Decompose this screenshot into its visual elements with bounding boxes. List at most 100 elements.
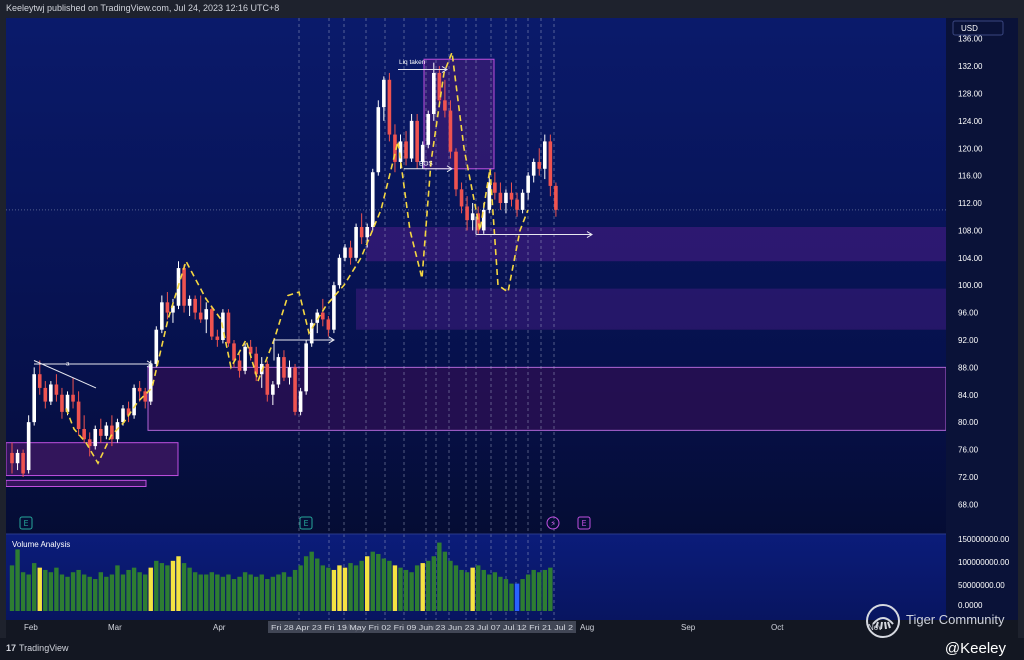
candle-body: [520, 192, 525, 210]
candle-body: [343, 247, 347, 258]
volume-bar: [359, 560, 364, 611]
candle-body: [226, 312, 231, 344]
candle-body: [137, 387, 142, 392]
split-icon: ⚡: [550, 519, 556, 528]
candle: [409, 114, 414, 162]
candle-body: [321, 312, 325, 320]
candle-body: [104, 425, 109, 436]
volume-bar: [392, 565, 398, 611]
time-label: Mar: [108, 623, 122, 632]
chart-frame[interactable]: Liq taken BOS a E E ⚡ E Volume Analysis USD 136…: [6, 18, 1018, 638]
volume-bar: [331, 569, 337, 611]
volume-bar: [459, 569, 464, 611]
candle-body: [271, 384, 275, 395]
candle-body: [498, 192, 503, 204]
zone-96: [356, 288, 946, 330]
volume-bar: [481, 569, 486, 611]
volume-bar: [254, 576, 259, 611]
volume-bar: [498, 576, 503, 611]
candle-body: [515, 199, 519, 210]
candle-body: [432, 72, 436, 115]
candle-body: [37, 374, 42, 388]
candle-body: [121, 408, 125, 423]
volume-bar: [176, 556, 181, 611]
tv-logo-icon: 17: [6, 643, 17, 653]
candle-body: [470, 213, 475, 221]
volume-bar: [409, 572, 414, 611]
volume-bar: [414, 565, 420, 611]
price-chart[interactable]: Liq takenBOSaE E ⚡ E Volume Analysis USD136…: [6, 18, 1018, 638]
zone-108: [366, 226, 946, 262]
volume-bar: [48, 572, 54, 611]
candle-body: [243, 346, 247, 371]
volume-bar: [426, 560, 431, 611]
tv-brand-text: TradingView: [19, 643, 69, 653]
tradingview-logo[interactable]: 17 TradingView: [6, 643, 69, 653]
candle: [426, 110, 431, 149]
candle-body: [398, 141, 403, 162]
volume-bar: [98, 572, 103, 611]
candle: [26, 415, 31, 474]
volume-bar: [154, 560, 159, 611]
volume-bar: [387, 560, 392, 611]
candle-body: [76, 401, 81, 429]
candle: [309, 319, 314, 347]
volume-bar: [226, 574, 231, 611]
time-label: Feb: [24, 623, 38, 632]
candle-body: [526, 175, 530, 193]
zone-71: [6, 479, 147, 488]
candle-body: [548, 141, 553, 186]
volume-bar: [54, 567, 59, 611]
volume-bar: [170, 560, 176, 611]
volume-bar: [431, 556, 436, 611]
candle-body: [543, 141, 547, 169]
volume-bar: [281, 572, 287, 611]
candle: [387, 72, 392, 142]
candle-body: [198, 312, 203, 320]
candle-body: [304, 343, 308, 392]
volume-bar: [65, 576, 70, 611]
candle-body: [71, 394, 75, 402]
volume-bar: [32, 563, 37, 611]
candle-body: [237, 360, 242, 371]
volume-bar: [70, 572, 76, 611]
candle-body: [326, 319, 331, 330]
candle-body: [265, 363, 270, 395]
volume-bar: [464, 572, 470, 611]
time-label: Aug: [580, 623, 594, 632]
volume-bar: [365, 556, 370, 611]
candle: [49, 381, 53, 406]
volume-bar: [120, 574, 126, 611]
volume-bar: [109, 574, 115, 611]
footer-bar: 17 TradingView @Keeley: [0, 638, 1024, 660]
candle-body: [293, 367, 297, 412]
candle-body: [254, 353, 258, 375]
volume-bar: [87, 576, 92, 611]
tiger-logo-icon: [866, 604, 900, 638]
volume-bar: [248, 574, 253, 611]
candle-body: [348, 247, 353, 258]
volume-bar: [342, 567, 348, 611]
candle-body: [531, 161, 536, 176]
volume-bar: [259, 574, 264, 611]
candle: [182, 264, 186, 313]
zone-75: [6, 442, 179, 477]
candle-body: [182, 268, 186, 306]
candle-body: [99, 428, 103, 436]
candle-body: [10, 452, 14, 464]
price-tick: 84.00: [958, 391, 979, 400]
volume-bar: [76, 569, 81, 611]
volume-bar: [298, 565, 303, 611]
volume-bar: [525, 574, 531, 611]
candle-body: [426, 114, 431, 145]
volume-bar: [420, 563, 425, 611]
volume-bar: [448, 560, 453, 611]
volume-bar: [520, 579, 525, 611]
candle-body: [160, 302, 164, 330]
price-tick: 96.00: [958, 309, 979, 318]
session-labels: Fri 28 Apr 23 Fri 19 May Fri 02 Fri 09 J…: [271, 625, 573, 632]
candle: [148, 360, 153, 406]
price-tick: 124.00: [958, 117, 983, 126]
candle-body: [537, 161, 542, 169]
currency-label: USD: [961, 24, 978, 33]
